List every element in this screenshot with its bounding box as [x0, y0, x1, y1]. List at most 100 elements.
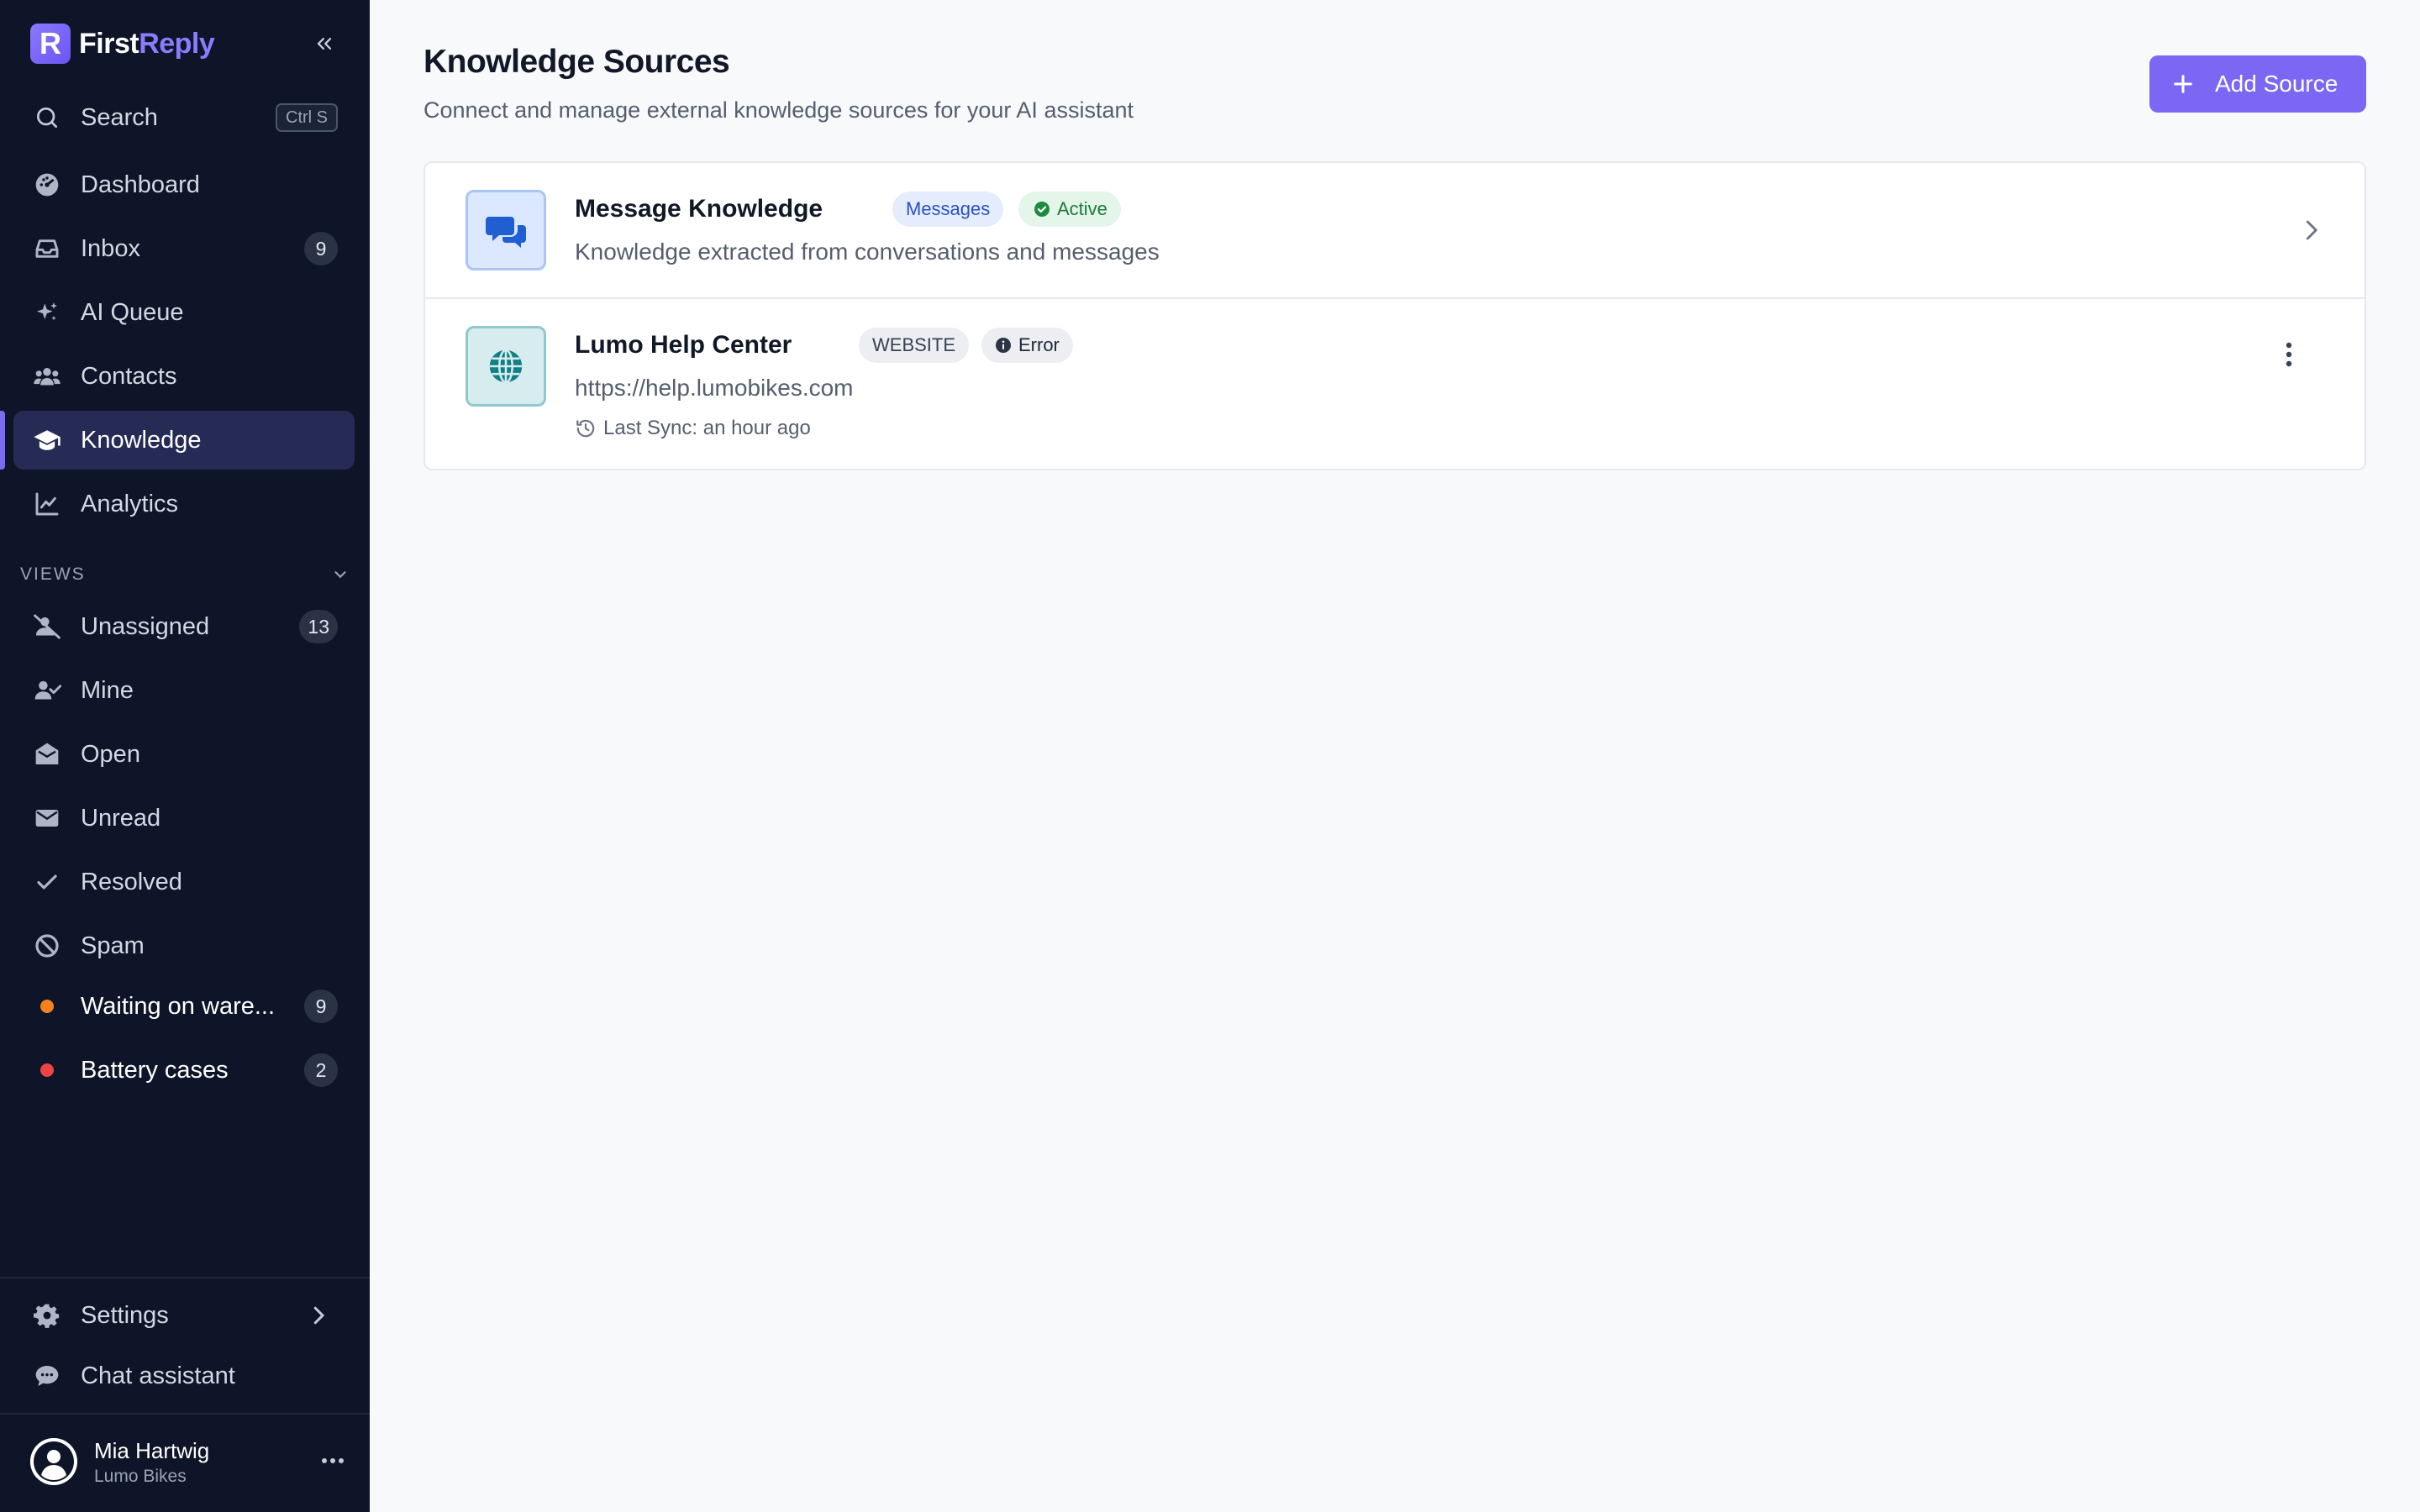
search-icon	[32, 102, 62, 133]
settings-label: Settings	[81, 1301, 169, 1329]
brand-logo: R	[30, 24, 71, 64]
source-url: https://help.lumobikes.com	[575, 375, 854, 401]
status-badge: Active	[1018, 192, 1121, 227]
status-dot	[32, 991, 62, 1021]
sidebar: R FirstReply Search Ctrl S Dashboard Inb…	[0, 0, 370, 1512]
source-row-lumo-help-center[interactable]: Lumo Help Center WEBSITE Error https://h…	[425, 299, 2365, 470]
plus-icon	[2174, 75, 2192, 93]
source-type-badge: Messages	[892, 192, 1004, 227]
page-subtitle: Connect and manage external knowledge so…	[424, 97, 1134, 123]
sidebar-item-inbox[interactable]: Inbox 9	[13, 219, 355, 278]
view-item-label: Mine	[81, 676, 134, 704]
check-circle-icon	[1034, 202, 1050, 217]
active-indicator	[0, 411, 5, 470]
battery-count-badge: 2	[304, 1053, 338, 1087]
info-circle-icon	[996, 338, 1011, 353]
views-section-header[interactable]: VIEWS	[20, 561, 350, 588]
more-vertical-icon	[2286, 342, 2292, 367]
view-item-label: Battery cases	[81, 1056, 229, 1084]
status-label: Error	[1018, 334, 1060, 355]
view-item-waiting-on-warehouse[interactable]: Waiting on ware... 9	[13, 977, 355, 1036]
sidebar-item-knowledge[interactable]: Knowledge	[13, 411, 355, 470]
check-icon	[32, 867, 62, 897]
envelope-icon	[32, 803, 62, 833]
chat-bubble-icon	[32, 1361, 62, 1391]
search-button[interactable]: Search Ctrl S	[13, 88, 355, 147]
sidebar-item-label: AI Queue	[81, 298, 184, 326]
brand[interactable]: R FirstReply	[30, 22, 215, 66]
source-options-button[interactable]	[2272, 338, 2306, 371]
user-menu-button[interactable]	[316, 1448, 350, 1473]
sources-list: Message Knowledge Messages Active Knowle…	[424, 161, 2366, 470]
user-name: Mia Hartwig	[94, 1438, 210, 1463]
brand-name-reply: Reply	[139, 27, 215, 60]
sidebar-divider	[0, 1413, 370, 1415]
contacts-icon	[32, 361, 62, 391]
inbox-count-badge: 9	[304, 232, 338, 265]
view-item-label: Unassigned	[81, 612, 210, 640]
view-item-spam[interactable]: Spam	[13, 916, 355, 975]
analytics-icon	[32, 489, 62, 519]
open-source-button[interactable]	[2294, 213, 2328, 247]
views-header-label: VIEWS	[20, 564, 86, 584]
envelope-open-icon	[32, 739, 62, 769]
chevron-down-icon	[334, 571, 346, 579]
globe-icon	[466, 326, 546, 407]
view-item-label: Open	[81, 740, 140, 768]
waiting-count-badge: 9	[304, 990, 338, 1023]
brand-name-first: First	[79, 27, 139, 60]
search-shortcut: Ctrl S	[276, 103, 338, 132]
add-source-button[interactable]: Add Source	[2149, 55, 2366, 113]
settings-button[interactable]: Settings	[13, 1286, 355, 1345]
view-item-resolved[interactable]: Resolved	[13, 853, 355, 911]
last-sync-label: Last Sync: an hour ago	[603, 417, 811, 439]
collapse-sidebar-button[interactable]	[306, 25, 343, 62]
sidebar-item-contacts[interactable]: Contacts	[13, 347, 355, 406]
sidebar-item-label: Analytics	[81, 490, 179, 517]
chat-assistant-label: Chat assistant	[81, 1362, 235, 1389]
inbox-icon	[32, 234, 62, 264]
more-horizontal-icon	[322, 1458, 344, 1463]
brand-name: FirstReply	[79, 27, 215, 60]
dashboard-icon	[32, 170, 62, 200]
user-profile[interactable]: Mia Hartwig Lumo Bikes	[30, 1436, 350, 1487]
sidebar-divider	[0, 1277, 370, 1278]
gear-icon	[32, 1300, 62, 1331]
user-check-icon	[32, 675, 62, 706]
view-item-unassigned[interactable]: Unassigned 13	[13, 597, 355, 656]
user-org: Lumo Bikes	[94, 1467, 187, 1486]
main-content: Knowledge Sources Connect and manage ext…	[370, 0, 2420, 1512]
chat-assistant-button[interactable]: Chat assistant	[13, 1347, 355, 1405]
sidebar-item-label: Inbox	[81, 234, 140, 262]
view-item-label: Spam	[81, 932, 145, 959]
source-title: Message Knowledge	[575, 195, 823, 223]
source-description: Knowledge extracted from conversations a…	[575, 239, 1160, 265]
unassigned-count-badge: 13	[299, 610, 338, 643]
history-icon	[576, 419, 595, 438]
last-sync: Last Sync: an hour ago	[575, 417, 811, 440]
page-title: Knowledge Sources	[424, 44, 730, 80]
view-item-label: Unread	[81, 804, 161, 832]
user-slash-icon	[32, 612, 62, 642]
ban-icon	[32, 931, 62, 961]
view-item-unread[interactable]: Unread	[13, 789, 355, 848]
source-title: Lumo Help Center	[575, 331, 792, 359]
source-row-message-knowledge[interactable]: Message Knowledge Messages Active Knowle…	[425, 163, 2365, 299]
sidebar-item-label: Knowledge	[81, 426, 202, 454]
view-item-open[interactable]: Open	[13, 725, 355, 784]
view-item-battery-cases[interactable]: Battery cases 2	[13, 1041, 355, 1100]
sidebar-item-label: Contacts	[81, 362, 177, 390]
avatar	[30, 1438, 77, 1485]
view-item-mine[interactable]: Mine	[13, 661, 355, 720]
status-label: Active	[1057, 198, 1107, 219]
sidebar-item-ai-queue[interactable]: AI Queue	[13, 283, 355, 342]
status-badge: Error	[981, 328, 1073, 363]
sidebar-item-analytics[interactable]: Analytics	[13, 475, 355, 533]
chevron-right-icon	[2306, 220, 2317, 240]
add-source-label: Add Source	[2215, 71, 2338, 97]
sidebar-item-label: Dashboard	[81, 171, 200, 198]
sidebar-item-dashboard[interactable]: Dashboard	[13, 155, 355, 214]
source-type-badge: WEBSITE	[859, 328, 970, 363]
chat-bubbles-icon	[466, 190, 546, 270]
search-label: Search	[81, 103, 158, 131]
